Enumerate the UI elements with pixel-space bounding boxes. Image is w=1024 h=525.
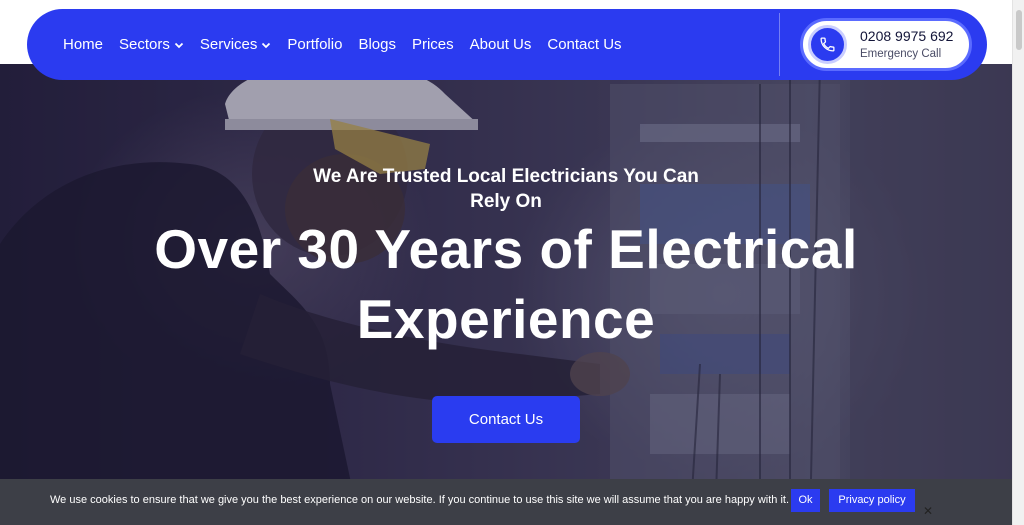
nav-item-label: Services [199,36,258,53]
phone-label: Emergency Call [860,47,942,60]
nav-item-label: Blogs [358,36,396,53]
chevron-down-icon [174,42,184,48]
hero-contact-button[interactable]: Contact Us [432,396,580,443]
nav-item-contact-us[interactable]: Contact Us [547,36,621,53]
nav-item-label: About Us [469,36,532,53]
nav-item-label: Home [63,36,104,53]
emergency-call-button[interactable]: 0208 9975 692 Emergency Call [800,18,972,71]
nav-item-prices[interactable]: Prices [412,36,454,53]
nav-divider [779,13,780,76]
nav-item-services[interactable]: Services [200,36,272,53]
nav-menu: Home Sectors Services Portfolio Blogs Pr… [63,9,638,80]
nav-item-portfolio[interactable]: Portfolio [287,36,342,53]
nav-item-about-us[interactable]: About Us [470,36,532,53]
hero-subtitle: We Are Trusted Local Electricians You Ca… [313,166,699,212]
hero-title: Over 30 Years of Electrical Experience [154,218,858,350]
phone-icon-badge [808,25,847,64]
chevron-down-icon [262,42,271,48]
nav-item-label: Prices [411,36,454,53]
main-navbar: Home Sectors Services Portfolio Blogs Pr… [27,9,987,80]
phone-number: 0208 9975 692 [860,27,954,44]
privacy-policy-button[interactable]: Privacy policy [829,489,915,512]
nav-item-home[interactable]: Home [63,36,103,53]
scrollbar-thumb[interactable] [1016,10,1022,50]
nav-item-blogs[interactable]: Blogs [358,36,396,53]
nav-item-label: Sectors [119,36,170,53]
close-icon[interactable]: ✕ [922,505,934,517]
phone-text: 0208 9975 692 Emergency Call [860,27,953,63]
phone-icon [820,37,835,52]
page-scrollbar[interactable] [1012,0,1024,525]
cookie-ok-button[interactable]: Ok [791,489,820,512]
nav-item-label: Portfolio [287,36,343,53]
nav-item-sectors[interactable]: Sectors [119,36,184,53]
cookie-consent-bar: We use cookies to ensure that we give yo… [0,479,1012,525]
cookie-message: We use cookies to ensure that we give yo… [50,494,790,506]
hero-content: We Are Trusted Local Electricians You Ca… [0,64,1012,525]
hero-section: We Are Trusted Local Electricians You Ca… [0,64,1012,525]
nav-item-label: Contact Us [547,36,622,53]
